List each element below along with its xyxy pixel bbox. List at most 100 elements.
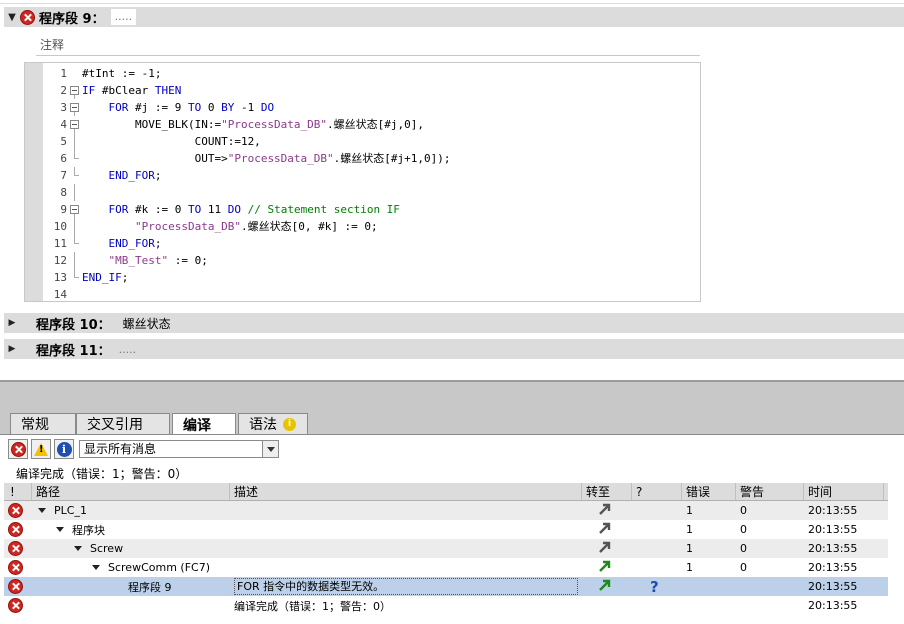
code-text: OUT=>"ProcessData_DB".螺丝状态[#j+1,0]); xyxy=(80,150,451,167)
program-editor: ▼ 程序段 9： ..... 注释 1 #tInt := -1; 2 IF #bCle… xyxy=(0,0,904,380)
goto-cell[interactable] xyxy=(582,558,632,577)
error-icon xyxy=(8,522,23,537)
goto-cell[interactable] xyxy=(582,539,632,558)
code-token: 螺丝状态 xyxy=(340,152,385,165)
code-lines: 1 #tInt := -1; 2 IF #bClear THEN 3 FOR #j :=… xyxy=(43,65,700,303)
goto-arrow-icon[interactable] xyxy=(586,578,612,595)
goto-cell[interactable] xyxy=(582,520,632,539)
tab-cross-references[interactable]: 交叉引用 xyxy=(76,413,170,434)
table-row[interactable]: 程序段 9 FOR 指令中的数据类型无效。? 20:13:55 xyxy=(4,577,888,596)
tab-general[interactable]: 常规 xyxy=(10,413,76,434)
show-warnings-button[interactable] xyxy=(31,439,51,459)
tree-expand-icon[interactable] xyxy=(56,527,64,532)
col-severity[interactable]: ! xyxy=(4,483,32,500)
table-row[interactable]: PLC_1 1 0 20:13:55 xyxy=(4,501,888,520)
messages-table-body: PLC_1 1 0 20:13:55 程序块 1 0 20:13:55 Screw 1 0 20:13… xyxy=(4,501,888,615)
code-line[interactable]: 5 COUNT:=12, xyxy=(43,133,700,150)
warning-count-cell: 0 xyxy=(740,561,747,574)
tree-expand-icon[interactable] xyxy=(74,546,82,551)
goto-cell[interactable] xyxy=(582,577,632,596)
code-text: FOR #k := 0 TO 11 DO // Statement sectio… xyxy=(80,201,400,218)
code-line[interactable]: 6 OUT=>"ProcessData_DB".螺丝状态[#j+1,0]); xyxy=(43,150,700,167)
goto-cell[interactable] xyxy=(582,501,632,520)
editor-top-border xyxy=(0,0,904,4)
line-number: 4 xyxy=(60,118,67,131)
network-9-header[interactable]: ▼ 程序段 9： ..... xyxy=(4,7,904,27)
code-line[interactable]: 3 FOR #j := 9 TO 0 BY -1 DO xyxy=(43,99,700,116)
chevron-down-icon[interactable] xyxy=(262,441,278,457)
scl-code-editor[interactable]: 1 #tInt := -1; 2 IF #bClear THEN 3 FOR #j :=… xyxy=(24,62,701,302)
show-errors-button[interactable] xyxy=(8,439,28,459)
message-filter-select[interactable]: 显示所有消息 xyxy=(79,440,279,458)
code-line[interactable]: 7 END_FOR; xyxy=(43,167,700,184)
line-number: 10 xyxy=(53,220,67,233)
tab-compile[interactable]: 编译 xyxy=(172,413,236,435)
code-token: [0, #k] := 0; xyxy=(291,220,378,233)
panel-splitter[interactable] xyxy=(0,380,904,410)
col-path[interactable]: 路径 xyxy=(32,483,230,500)
time-cell: 20:13:55 xyxy=(808,561,858,574)
collapse-arrow-icon[interactable]: ▼ xyxy=(4,12,20,23)
col-help[interactable]: ? xyxy=(632,483,682,500)
tree-expand-icon[interactable] xyxy=(38,508,46,513)
path-cell: ScrewComm (FC7) xyxy=(32,558,230,577)
path-text: ScrewComm (FC7) xyxy=(108,561,211,574)
help-question-icon[interactable]: ? xyxy=(636,578,659,596)
code-line[interactable]: 1 #tInt := -1; xyxy=(43,65,700,82)
code-line[interactable]: 12 "MB_Test" := 0; xyxy=(43,252,700,269)
network-11-header[interactable]: ▶ 程序段 11： ..... xyxy=(4,339,904,359)
tree-expand-icon[interactable] xyxy=(92,565,100,570)
tab-syntax[interactable]: 语法 i xyxy=(238,413,308,434)
table-row[interactable]: 编译完成（错误：1；警告：0） 20:13:55 xyxy=(4,596,888,615)
show-info-button[interactable]: i xyxy=(54,439,74,459)
error-icon xyxy=(8,503,23,518)
goto-arrow-icon[interactable] xyxy=(586,502,612,519)
goto-arrow-icon[interactable] xyxy=(586,521,612,538)
code-line[interactable]: 14 xyxy=(43,286,700,303)
expand-arrow-icon[interactable]: ▶ xyxy=(4,344,20,354)
line-number: 1 xyxy=(60,67,67,80)
network-9-title-field[interactable]: ..... xyxy=(110,9,137,25)
path-cell: 程序块 xyxy=(32,520,230,539)
table-row[interactable]: Screw 1 0 20:13:55 xyxy=(4,539,888,558)
col-errors[interactable]: 错误 xyxy=(682,483,736,500)
code-line[interactable]: 13 END_IF; xyxy=(43,269,700,286)
col-warnings[interactable]: 警告 xyxy=(736,483,804,500)
network-10-comment: 螺丝状态 xyxy=(122,316,171,331)
fold-collapse-icon[interactable] xyxy=(69,99,80,116)
col-goto[interactable]: 转至 xyxy=(582,483,632,500)
code-line[interactable]: 4 MOVE_BLK(IN:="ProcessData_DB".螺丝状态[#j,… xyxy=(43,116,700,133)
code-line[interactable]: 11 END_FOR; xyxy=(43,235,700,252)
code-line[interactable]: 8 xyxy=(43,184,700,201)
fold-collapse-icon[interactable] xyxy=(69,82,80,99)
network-9-comment-field[interactable]: 注释 xyxy=(36,32,700,56)
col-description[interactable]: 描述 xyxy=(230,483,582,500)
inspector-tabs: 常规 交叉引用 编译 语法 i xyxy=(0,410,904,435)
expand-arrow-icon[interactable]: ▶ xyxy=(4,318,20,328)
warning-count-cell: 0 xyxy=(740,504,747,517)
error-icon xyxy=(8,560,23,575)
tab-syntax-label: 语法 xyxy=(249,417,277,433)
col-time[interactable]: 时间 xyxy=(804,483,884,500)
code-token: IF xyxy=(82,84,96,97)
table-row[interactable]: 程序块 1 0 20:13:55 xyxy=(4,520,888,539)
code-token: [#j,0], xyxy=(377,118,425,131)
help-cell[interactable]: ? xyxy=(632,577,682,596)
path-cell: 程序段 9 xyxy=(32,577,230,596)
fold-collapse-icon[interactable] xyxy=(69,201,80,218)
goto-arrow-icon[interactable] xyxy=(586,540,612,557)
description-cell xyxy=(230,520,582,539)
table-row[interactable]: ScrewComm (FC7) 1 0 20:13:55 xyxy=(4,558,888,577)
goto-arrow-icon[interactable] xyxy=(586,559,612,576)
code-token: "ProcessData_DB" xyxy=(221,118,328,131)
severity-cell xyxy=(4,558,32,577)
code-line[interactable]: 9 FOR #k := 0 TO 11 DO // Statement sect… xyxy=(43,201,700,218)
fold-collapse-icon[interactable] xyxy=(69,116,80,133)
network-10-header[interactable]: ▶ 程序段 10： 螺丝状态 xyxy=(4,313,904,333)
code-line[interactable]: 10 "ProcessData_DB".螺丝状态[0, #k] := 0; xyxy=(43,218,700,235)
code-line[interactable]: 2 IF #bClear THEN xyxy=(43,82,700,99)
fold-guide xyxy=(69,133,80,150)
code-token: "ProcessData_DB" xyxy=(227,152,334,165)
network-11-title-field[interactable]: ..... xyxy=(119,343,136,356)
